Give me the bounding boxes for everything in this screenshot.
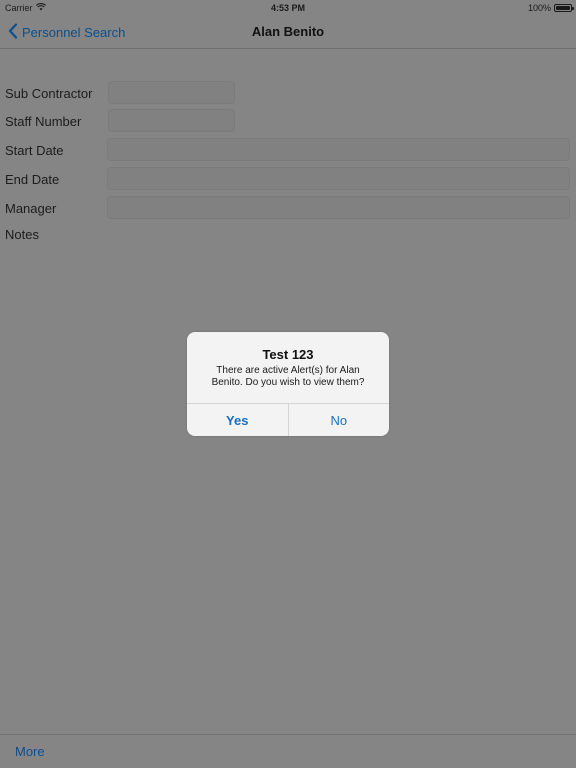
status-bar: Carrier 4:53 PM 100% xyxy=(0,0,576,16)
form-row-end-date: End Date xyxy=(0,166,576,192)
staff-number-field[interactable] xyxy=(108,109,235,132)
end-date-field[interactable] xyxy=(107,167,570,190)
alert-title: Test 123 xyxy=(262,347,314,362)
staff-number-label: Staff Number xyxy=(5,114,82,129)
status-time: 4:53 PM xyxy=(270,3,305,13)
form-row-manager: Manager xyxy=(0,195,576,221)
start-date-label: Start Date xyxy=(5,143,64,158)
sub-contractor-label: Sub Contractor xyxy=(5,86,93,101)
start-date-field[interactable] xyxy=(107,138,570,161)
end-date-label: End Date xyxy=(5,172,60,187)
notes-label: Notes xyxy=(5,227,39,242)
alert-actions: Yes No xyxy=(187,403,389,436)
form-row-staff-number: Staff Number xyxy=(0,108,576,134)
manager-label: Manager xyxy=(5,201,57,216)
form-row-sub-contractor: Sub Contractor xyxy=(0,80,576,106)
bottom-toolbar: More xyxy=(0,734,576,768)
status-right: 100% xyxy=(527,3,574,13)
battery-icon xyxy=(554,4,574,12)
no-button[interactable]: No xyxy=(289,404,390,436)
screen: Carrier 4:53 PM 100% Personnel Search Al… xyxy=(0,0,576,768)
alert-dialog: Test 123 There are active Alert(s) for A… xyxy=(187,332,389,436)
alert-message: There are active Alert(s) for Alan Benit… xyxy=(211,365,365,388)
form-row-start-date: Start Date xyxy=(0,137,576,163)
navigation-bar: Personnel Search Alan Benito xyxy=(0,16,576,49)
more-button[interactable]: More xyxy=(15,744,45,759)
form-row-notes: Notes xyxy=(0,221,576,247)
sub-contractor-field[interactable] xyxy=(108,81,235,104)
battery-tip xyxy=(572,7,574,10)
page-title: Alan Benito xyxy=(251,24,325,39)
battery-percent: 100% xyxy=(527,3,551,13)
battery-fill xyxy=(556,6,570,10)
yes-button[interactable]: Yes xyxy=(187,404,289,436)
manager-field[interactable] xyxy=(107,196,570,219)
